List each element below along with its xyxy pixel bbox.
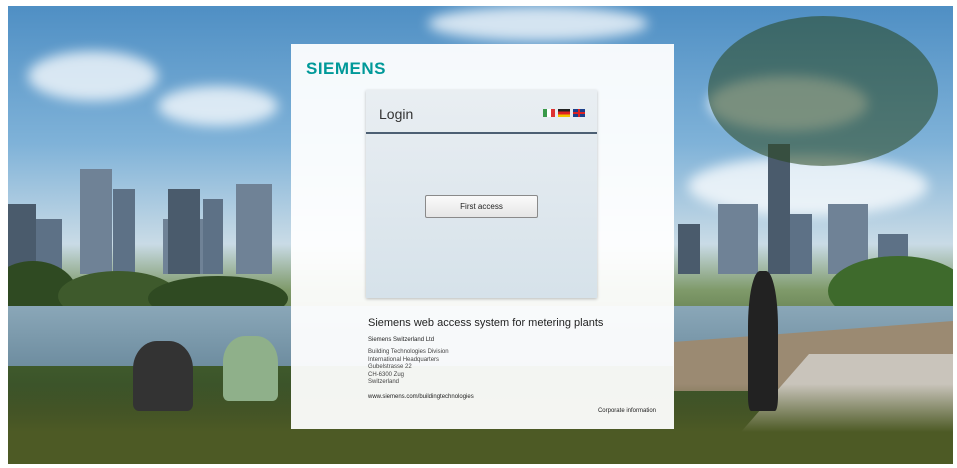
language-selector xyxy=(543,109,585,117)
first-access-button[interactable]: First access xyxy=(425,195,538,218)
address-line: CH-6300 Zug xyxy=(368,371,405,378)
uk-flag-icon[interactable] xyxy=(573,109,585,117)
siemens-logo: SIEMENS xyxy=(306,59,387,78)
login-header: Login xyxy=(366,90,597,134)
company-name: Siemens Switzerland Ltd xyxy=(368,337,435,343)
address-line: Building Technologies Division xyxy=(368,349,449,355)
login-box: Login First access xyxy=(366,90,597,298)
address-line: Switzerland xyxy=(368,379,400,385)
website-link[interactable]: www.siemens.com/buildingtechnologies xyxy=(368,394,474,400)
system-title: Siemens web access system for metering p… xyxy=(368,317,604,329)
login-title: Login xyxy=(379,106,414,122)
it-flag-icon[interactable] xyxy=(543,109,555,117)
address-line: Gubelstrasse 22 xyxy=(368,364,412,370)
login-panel: SIEMENS Login First access Siemens web a… xyxy=(291,44,674,429)
de-flag-icon[interactable] xyxy=(558,109,570,117)
corporate-information-link[interactable]: Corporate information xyxy=(598,408,656,414)
address-line: International Headquarters xyxy=(368,356,440,363)
address: Building Technologies Division Internati… xyxy=(368,349,449,387)
